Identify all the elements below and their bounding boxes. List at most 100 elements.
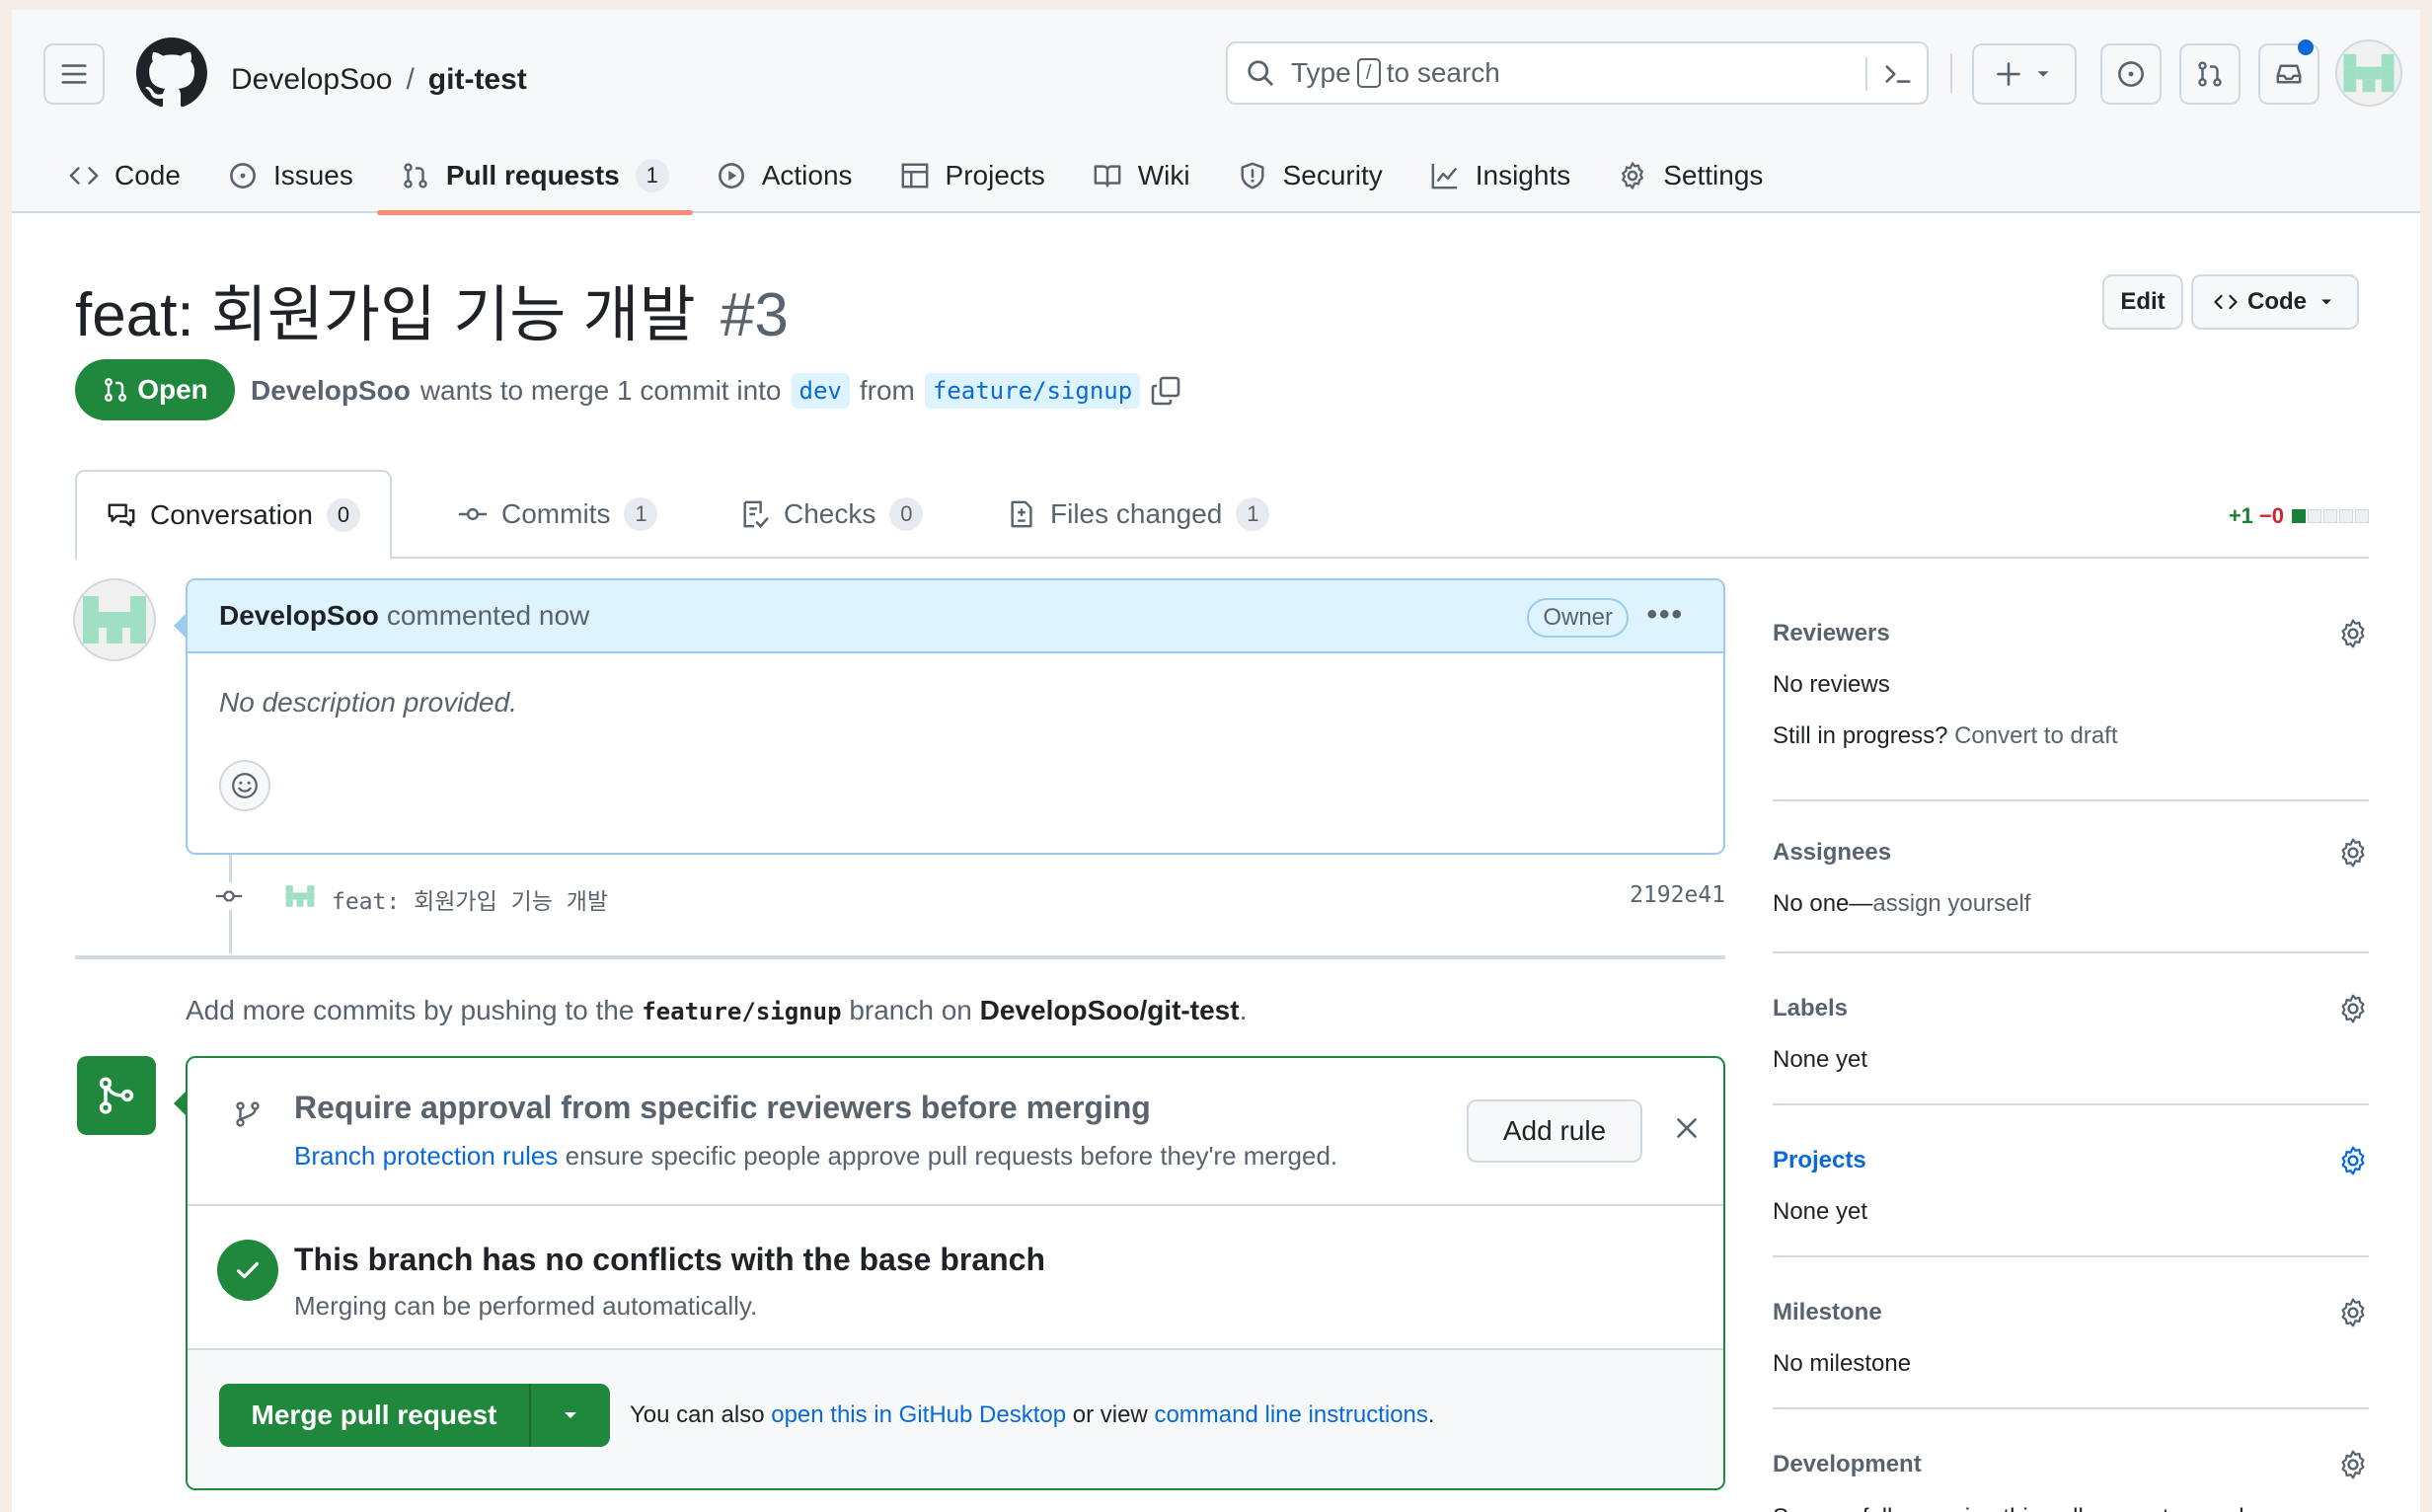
add-reaction-button[interactable] (219, 760, 270, 811)
tab-files-changed[interactable]: Files changed 1 (1007, 470, 1270, 559)
branch-protection-rules-link[interactable]: Branch protection rules (294, 1141, 558, 1171)
inbox-icon (2276, 64, 2302, 84)
identicon-icon (83, 596, 146, 643)
nav-item-label: Wiki (1137, 160, 1190, 190)
commit-author-avatar[interactable] (282, 878, 318, 914)
diffstat-deletions: −0 (2258, 503, 2284, 528)
sidebar-assignees-value: No one—assign yourself (1773, 890, 2030, 918)
diffstat-block (2323, 509, 2337, 523)
pr-tabs: Conversation 0 Commits 1 Checks 0 Files … (75, 470, 2369, 561)
comment-body: No description provided. (219, 687, 517, 718)
merge-method-dropdown[interactable] (529, 1384, 610, 1447)
create-new-button[interactable] (1972, 43, 2077, 105)
header-divider (1950, 53, 1952, 93)
close-icon[interactable] (1672, 1113, 1702, 1143)
diffstat-block (2355, 509, 2369, 523)
tab-label: Conversation (150, 499, 313, 530)
repo-owner-link[interactable]: DevelopSoo (231, 63, 392, 97)
nav-item-code[interactable]: Code (59, 138, 204, 213)
pr-author-link[interactable]: DevelopSoo (251, 375, 411, 407)
tab-label: Files changed (1050, 498, 1223, 529)
sidebar-development-title: Development (1773, 1451, 1922, 1477)
sidebar-assignees-prefix: No one— (1773, 890, 1873, 917)
tab-count: 1 (624, 497, 658, 531)
menu-button[interactable] (43, 43, 105, 105)
merge-note-prefix: You can also (630, 1401, 765, 1428)
global-header: DevelopSoo / git-test Type / to search C… (12, 10, 2420, 215)
github-logo-icon[interactable] (136, 38, 207, 109)
tab-label: Commits (501, 498, 611, 529)
command-line-instructions-link[interactable]: command line instructions (1154, 1401, 1427, 1428)
nav-item-actions[interactable]: Actions (693, 138, 876, 213)
code-dropdown-button[interactable]: Code (2191, 274, 2359, 330)
pr-meta: DevelopSoo wants to merge 1 commit into … (251, 373, 1181, 409)
command-palette-icon[interactable] (1883, 59, 1913, 89)
merge-button-group: Merge pull request (219, 1384, 610, 1447)
git-commit-icon (458, 507, 488, 521)
issues-button[interactable] (2100, 43, 2162, 105)
tab-label: Checks (784, 498, 876, 529)
copy-icon[interactable] (1150, 375, 1181, 407)
pr-number: #3 (720, 281, 789, 349)
pull-requests-count: 1 (635, 159, 669, 192)
triangle-down-icon (2037, 71, 2049, 77)
merge-pull-request-button[interactable]: Merge pull request (219, 1384, 529, 1447)
nav-item-label: Security (1282, 160, 1383, 190)
no-conflicts-title: This branch has no conflicts with the ba… (294, 1242, 1046, 1277)
gear-icon[interactable] (2337, 837, 2369, 869)
nav-item-label: Projects (945, 160, 1045, 190)
repo-nav: Code Issues Pull requests 1 Actions Proj… (59, 138, 1786, 215)
nav-item-pull-requests[interactable]: Pull requests 1 (376, 138, 693, 215)
base-branch[interactable]: dev (791, 373, 850, 409)
checklist-icon (743, 500, 769, 529)
add-rule-button[interactable]: Add rule (1467, 1099, 1642, 1163)
comment-action[interactable]: commented now (387, 600, 589, 632)
code-dropdown-label: Code (2247, 288, 2307, 315)
head-branch[interactable]: feature/signup (924, 373, 1141, 409)
triangle-down-icon (565, 1412, 576, 1418)
nav-item-security[interactable]: Security (1214, 138, 1406, 213)
assign-yourself-link[interactable]: assign yourself (1872, 890, 2030, 917)
merge-status-icon (77, 1056, 156, 1135)
nav-item-issues[interactable]: Issues (204, 138, 377, 213)
commit-message-link[interactable]: feat: 회원가입 기능 개발 (332, 882, 608, 916)
sidebar-draft-prefix: Still in progress? (1773, 722, 1948, 749)
comment-author-avatar[interactable] (73, 578, 156, 661)
branch-protection-title: Require approval from specific reviewers… (294, 1090, 1151, 1125)
gear-icon[interactable] (2337, 993, 2369, 1024)
gear-icon[interactable] (2337, 1145, 2369, 1176)
book-icon (1094, 165, 1121, 188)
user-avatar[interactable] (2335, 39, 2402, 107)
merge-actions: Merge pull request You can also open thi… (188, 1350, 1723, 1488)
search-input[interactable]: Type / to search (1226, 41, 1929, 105)
tab-conversation[interactable]: Conversation 0 (75, 470, 392, 561)
tab-checks[interactable]: Checks 0 (740, 470, 924, 559)
diffstat-block (2339, 509, 2353, 523)
convert-to-draft-link[interactable]: Convert to draft (1954, 722, 2117, 749)
diffstat: +1 −0 (2229, 503, 2369, 529)
nav-item-wiki[interactable]: Wiki (1069, 138, 1214, 213)
repo-name-link[interactable]: git-test (428, 63, 527, 97)
sidebar-labels-title: Labels (1773, 995, 1849, 1021)
nav-item-settings[interactable]: Settings (1594, 138, 1786, 213)
search-placeholder-prefix: Type (1291, 57, 1351, 88)
pull-requests-button[interactable] (2179, 43, 2241, 105)
nav-item-projects[interactable]: Projects (876, 138, 1069, 213)
kebab-menu-icon[interactable]: ••• (1646, 598, 1684, 632)
gear-icon[interactable] (2337, 618, 2369, 649)
repo-path-separator: / (406, 63, 415, 96)
nav-item-insights[interactable]: Insights (1406, 138, 1595, 213)
gear-icon[interactable] (2337, 1297, 2369, 1328)
open-in-desktop-link[interactable]: open this in GitHub Desktop (771, 1401, 1066, 1428)
tab-count: 0 (326, 498, 360, 532)
commit-sha-link[interactable]: 2192e41 (1630, 882, 1725, 908)
comment-author[interactable]: DevelopSoo (219, 600, 379, 632)
gear-icon[interactable] (2337, 1449, 2369, 1480)
sidebar-projects-title[interactable]: Projects (1773, 1147, 1866, 1174)
push-note-suffix: . (1239, 995, 1248, 1025)
diffstat-block (2308, 509, 2321, 523)
nav-item-label: Issues (272, 160, 353, 190)
tab-commits[interactable]: Commits 1 (458, 470, 658, 559)
edit-title-button[interactable]: Edit (2102, 274, 2183, 330)
comment-discussion-icon (108, 503, 135, 527)
